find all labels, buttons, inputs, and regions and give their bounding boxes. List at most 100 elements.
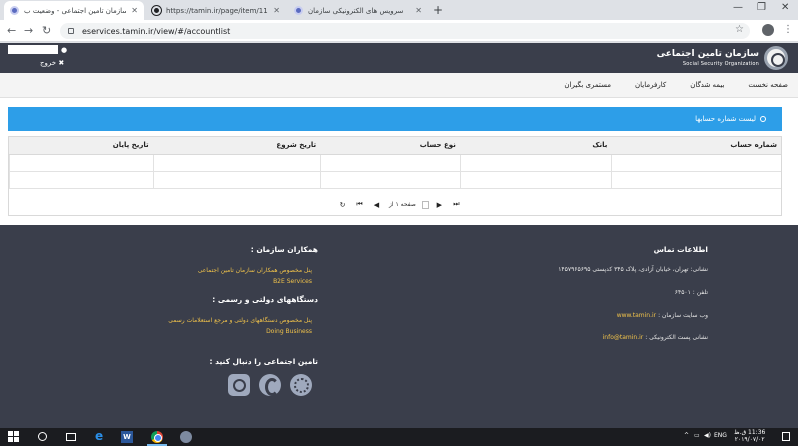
sso-favicon-icon bbox=[294, 6, 303, 15]
table-cell bbox=[9, 172, 153, 188]
user-box: ● bbox=[8, 45, 67, 54]
clock-date: ۲۰۱۹/۰۷/۰۲ bbox=[734, 436, 765, 443]
follow-title: تامین اجتماعی را دنبال کنید : bbox=[209, 357, 319, 366]
tab-tamin-status[interactable]: سازمان تامین اجتماعی - وضعیت ب ✕ bbox=[4, 1, 144, 20]
table-cell bbox=[320, 172, 460, 188]
table-row bbox=[9, 172, 781, 189]
nav-item-insured[interactable]: بیمه شدگان bbox=[690, 81, 724, 89]
column-account-number[interactable]: شماره حساب bbox=[611, 137, 781, 154]
gov-link[interactable]: Doing Business bbox=[266, 328, 312, 335]
page-info: صفحه ۱ از bbox=[389, 201, 416, 208]
tab-eservices[interactable]: سرویس های الکترونیکی سازمان ✕ bbox=[288, 1, 428, 20]
new-tab-plus-icon[interactable]: + bbox=[433, 3, 443, 17]
email-link[interactable]: info@tamin.ir bbox=[603, 334, 644, 341]
table-cell bbox=[9, 155, 153, 171]
app-icon[interactable] bbox=[180, 431, 192, 443]
account-list-table: شماره حساب بانک نوع حساب تاریخ شروع تاری… bbox=[8, 136, 782, 216]
search-icon[interactable] bbox=[38, 432, 47, 441]
minimize-icon[interactable]: — bbox=[733, 2, 743, 13]
forward-arrow-icon[interactable]: → bbox=[24, 24, 33, 37]
notification-icon[interactable] bbox=[782, 432, 790, 441]
tray-chevron-icon[interactable]: ^ bbox=[684, 432, 689, 439]
tab-title: سرویس های الکترونیکی سازمان bbox=[308, 6, 404, 15]
table-cell bbox=[152, 155, 321, 171]
nav-item-pensioners[interactable]: مستمری بگیران bbox=[564, 81, 611, 89]
table-header: شماره حساب بانک نوع حساب تاریخ شروع تاری… bbox=[9, 137, 781, 155]
user-name-field bbox=[8, 45, 58, 54]
column-start-date[interactable]: تاریخ شروع bbox=[153, 137, 321, 154]
sso-emblem-icon bbox=[764, 46, 788, 70]
table-row bbox=[9, 155, 781, 172]
last-page-icon[interactable]: ⏭ bbox=[451, 199, 462, 210]
gov-desc[interactable]: پنل مخصوص دستگاههای دولتی و مرجع استعلام… bbox=[168, 317, 312, 324]
tab-tamin-page[interactable]: https://tamin.ir/page/item/11#0 ✕ bbox=[146, 1, 286, 20]
refresh-icon[interactable]: ↻ bbox=[337, 199, 348, 210]
reload-icon[interactable]: ↻ bbox=[42, 24, 51, 37]
address-bar[interactable]: eservices.tamin.ir/view/#/accountlist ☆ bbox=[60, 23, 750, 39]
next-page-icon[interactable]: ▶ bbox=[434, 199, 445, 210]
nav-item-home[interactable]: صفحه نخست bbox=[748, 81, 788, 89]
website-link[interactable]: www.tamin.ir bbox=[617, 312, 656, 319]
close-icon[interactable]: ✕ bbox=[273, 6, 280, 15]
kebab-menu-icon[interactable]: ⋮ bbox=[783, 24, 793, 36]
column-account-type[interactable]: نوع حساب bbox=[320, 137, 460, 154]
volume-icon[interactable]: ◀) bbox=[704, 432, 711, 439]
panel-title: لیست شماره حسابها bbox=[695, 115, 756, 123]
column-bank[interactable]: بانک bbox=[460, 137, 612, 154]
window-close-icon[interactable]: ✕ bbox=[781, 2, 789, 13]
social-icons bbox=[228, 374, 321, 396]
maximize-icon[interactable]: ❐ bbox=[757, 2, 766, 13]
website-label: وب سایت سازمان : bbox=[658, 312, 708, 319]
website-row: وب سایت سازمان : www.tamin.ir bbox=[617, 312, 708, 319]
table-cell bbox=[152, 172, 321, 188]
instagram-icon[interactable] bbox=[228, 374, 250, 396]
profile-avatar-icon[interactable] bbox=[762, 24, 774, 36]
table-cell bbox=[459, 155, 612, 171]
table-cell bbox=[459, 172, 612, 188]
sso-favicon-icon bbox=[10, 6, 19, 15]
contact-phone: تلفن : ۶۴۵۰۱ bbox=[674, 289, 708, 296]
globe-favicon-icon bbox=[152, 6, 161, 15]
language-indicator[interactable]: ENG bbox=[714, 432, 727, 439]
bookmark-star-icon[interactable]: ☆ bbox=[735, 24, 744, 35]
partners-desc[interactable]: پنل مخصوص همکاران سازمان تامین اجتماعی bbox=[198, 267, 312, 274]
chrome-icon[interactable] bbox=[151, 431, 163, 443]
site-footer: اطلاعات تماس نشانی: تهران، خیابان آزادی،… bbox=[0, 225, 798, 428]
logo-title-en: Social Security Organization bbox=[682, 60, 759, 67]
panel-header: لیست شماره حسابها bbox=[8, 107, 782, 131]
first-page-icon[interactable]: ⏮ bbox=[354, 199, 365, 210]
table-cell bbox=[611, 155, 781, 171]
logo-title-fa: سازمان تامین اجتماعی bbox=[656, 48, 759, 59]
page-number-input[interactable] bbox=[421, 200, 429, 209]
email-row: نشانی پست الکترونیکی : info@tamin.ir bbox=[603, 334, 708, 341]
logout-link[interactable]: ✖ خروج bbox=[40, 59, 64, 67]
prev-page-icon[interactable]: ◀ bbox=[371, 199, 382, 210]
site-header: سازمان تامین اجتماعی Social Security Org… bbox=[0, 43, 798, 73]
browser-tabstrip: سازمان تامین اجتماعی - وضعیت ب ✕ https:/… bbox=[0, 0, 798, 20]
page-info-label: صفحه ۱ از bbox=[389, 201, 416, 208]
nav-item-employers[interactable]: کارفرمایان bbox=[635, 81, 666, 89]
email-label: نشانی پست الکترونیکی : bbox=[645, 334, 708, 341]
internet-explorer-icon[interactable]: e bbox=[95, 429, 107, 443]
aparat-icon[interactable] bbox=[259, 374, 281, 396]
sso-logo[interactable]: سازمان تامین اجتماعی Social Security Org… bbox=[657, 46, 788, 70]
close-icon: ✖ bbox=[58, 59, 65, 67]
table-cell bbox=[320, 155, 460, 171]
network-icon[interactable]: ▭ bbox=[694, 432, 700, 439]
column-end-date[interactable]: تاریخ پایان bbox=[9, 137, 153, 154]
film-reel-icon[interactable] bbox=[290, 374, 312, 396]
tab-title: سازمان تامین اجتماعی - وضعیت ب bbox=[24, 6, 127, 15]
windows-start-icon[interactable] bbox=[8, 431, 20, 443]
close-icon[interactable]: ✕ bbox=[131, 6, 138, 15]
windows-taskbar: e W ^ ▭ ◀) ENG 11:36 ق.ظ ۲۰۱۹/۰۷/۰۲ bbox=[0, 428, 798, 446]
gov-title: دستگاههای دولتی و رسمی : bbox=[212, 295, 318, 304]
main-nav: صفحه نخست بیمه شدگان کارفرمایان مستمری ب… bbox=[0, 73, 798, 98]
system-clock[interactable]: 11:36 ق.ظ ۲۰۱۹/۰۷/۰۲ bbox=[734, 429, 765, 443]
table-cell bbox=[611, 172, 781, 188]
partners-link[interactable]: B2E Services bbox=[273, 278, 312, 285]
contact-address: نشانی: تهران، خیابان آزادی، پلاک ۳۴۵ کدپ… bbox=[558, 266, 708, 273]
close-icon[interactable]: ✕ bbox=[415, 6, 422, 15]
task-view-icon[interactable] bbox=[66, 433, 76, 441]
word-icon[interactable]: W bbox=[121, 431, 133, 443]
back-arrow-icon[interactable]: ← bbox=[7, 24, 16, 37]
